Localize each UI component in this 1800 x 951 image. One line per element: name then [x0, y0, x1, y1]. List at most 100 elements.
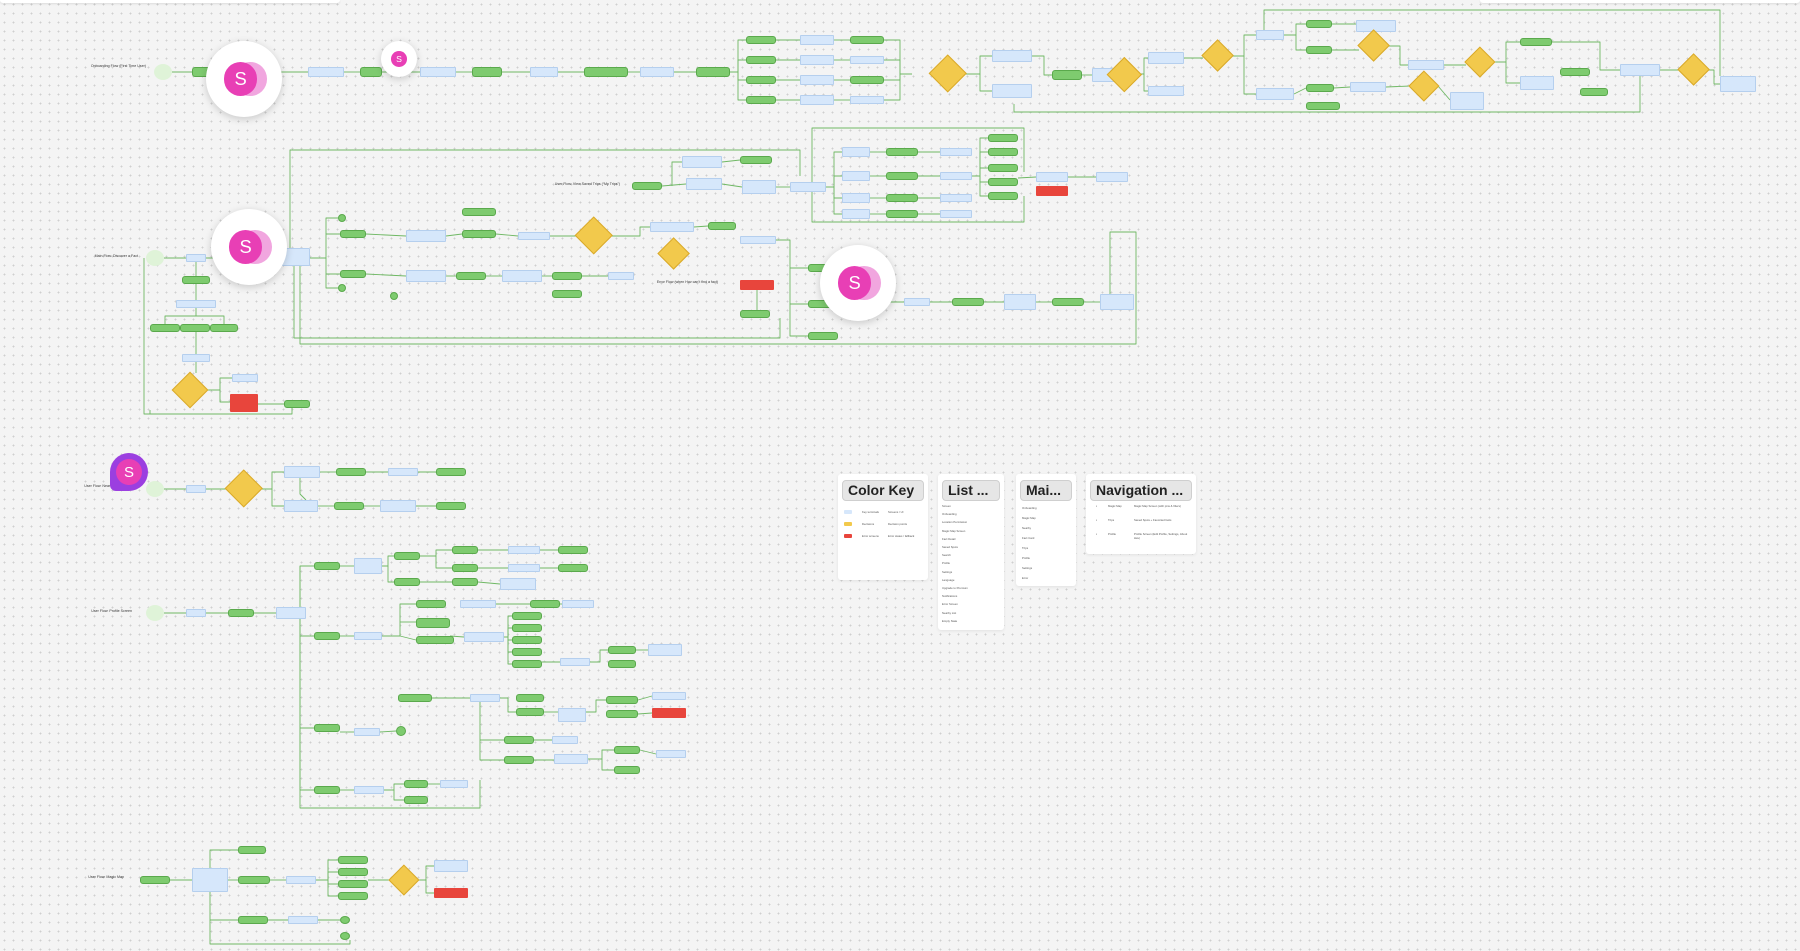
onboarding-step[interactable]: [420, 67, 456, 77]
profile-step[interactable]: [500, 578, 536, 590]
main-decision[interactable]: [574, 216, 614, 256]
main-step[interactable]: [340, 230, 366, 238]
onboarding-step[interactable]: [1306, 46, 1332, 54]
legend-list[interactable]: List ... Screen Onboarding Location Permiss…: [938, 474, 1004, 630]
main-node-dot[interactable]: [338, 284, 346, 292]
map-step[interactable]: [288, 916, 318, 924]
profile-step[interactable]: [562, 600, 594, 608]
profile-step[interactable]: [404, 796, 428, 804]
map-decision[interactable]: [388, 864, 420, 896]
map-error[interactable]: [434, 888, 468, 898]
map-step[interactable]: [192, 868, 228, 892]
nearby-step[interactable]: [388, 468, 418, 476]
nearby-step[interactable]: [284, 500, 318, 512]
onboarding-branch-result[interactable]: [850, 56, 884, 64]
profile-step[interactable]: [504, 736, 534, 744]
main-step[interactable]: [808, 332, 838, 340]
profile-step[interactable]: [552, 736, 578, 744]
trips-branch[interactable]: [940, 172, 972, 180]
main-step[interactable]: [1100, 294, 1134, 310]
main-step[interactable]: [462, 208, 496, 216]
onboarding-branch-result[interactable]: [850, 76, 884, 84]
onboarding-step[interactable]: [530, 67, 558, 77]
collaborator-avatar[interactable]: S: [206, 41, 282, 117]
profile-step[interactable]: [530, 600, 560, 608]
onboarding-step[interactable]: [1306, 20, 1332, 28]
map-node-dot[interactable]: [340, 916, 350, 924]
main-step[interactable]: [186, 254, 206, 262]
trips-error[interactable]: [1036, 186, 1068, 196]
collaborator-avatar[interactable]: S: [820, 245, 896, 321]
onboarding-step[interactable]: [472, 67, 502, 77]
profile-step[interactable]: [558, 564, 588, 572]
main-step[interactable]: [406, 270, 446, 282]
onboarding-branch[interactable]: [746, 96, 776, 104]
profile-step[interactable]: [452, 578, 478, 586]
nearby-step[interactable]: [436, 468, 466, 476]
onboarding-branch-result[interactable]: [850, 36, 884, 44]
trips-step[interactable]: [682, 156, 722, 168]
profile-step[interactable]: [608, 646, 636, 654]
profile-step[interactable]: [560, 658, 590, 666]
onboarding-branch-detail[interactable]: [800, 75, 834, 85]
onboarding-step[interactable]: [1408, 60, 1444, 70]
main-start-node[interactable]: [146, 250, 164, 266]
profile-step[interactable]: [608, 660, 636, 668]
main-step[interactable]: [1004, 294, 1036, 310]
map-branch[interactable]: [338, 880, 368, 888]
onboarding-step[interactable]: [1560, 68, 1590, 76]
profile-branch[interactable]: [314, 786, 340, 794]
profile-step[interactable]: [452, 546, 478, 554]
profile-step[interactable]: [652, 692, 686, 700]
trips-branch[interactable]: [886, 172, 918, 180]
main-step[interactable]: [552, 290, 582, 298]
main-step[interactable]: [552, 272, 582, 280]
onboarding-start-node[interactable]: [154, 64, 172, 80]
profile-step[interactable]: [648, 644, 682, 656]
profile-step[interactable]: [504, 756, 534, 764]
profile-step[interactable]: [354, 558, 382, 574]
profile-step[interactable]: [470, 694, 500, 702]
trips-branch[interactable]: [842, 209, 870, 219]
collaborator-cursor-badge[interactable]: S: [110, 453, 148, 491]
collaborator-avatar[interactable]: S: [211, 209, 287, 285]
map-branch[interactable]: [338, 892, 368, 900]
profile-step[interactable]: [440, 780, 468, 788]
trips-branch[interactable]: [886, 194, 918, 202]
profile-step[interactable]: [394, 578, 420, 586]
onboarding-step[interactable]: [640, 67, 674, 77]
trips-branch[interactable]: [842, 193, 870, 203]
onboarding-branch-detail[interactable]: [800, 95, 834, 105]
onboarding-step[interactable]: [308, 67, 344, 77]
onboarding-step[interactable]: [1580, 88, 1608, 96]
main-step[interactable]: [462, 230, 496, 238]
main-error[interactable]: [230, 394, 258, 412]
main-step[interactable]: [904, 298, 930, 306]
nearby-step[interactable]: [186, 485, 206, 493]
profile-step[interactable]: [508, 564, 540, 572]
profile-step[interactable]: [416, 636, 454, 644]
profile-start-node[interactable]: [146, 605, 164, 621]
trips-step[interactable]: [632, 182, 662, 190]
main-decision[interactable]: [657, 237, 691, 271]
profile-step[interactable]: [508, 546, 540, 554]
onboarding-step[interactable]: [1148, 52, 1184, 64]
onboarding-decision[interactable]: [1357, 29, 1391, 63]
map-branch[interactable]: [338, 856, 368, 864]
onboarding-step[interactable]: [1450, 92, 1484, 110]
profile-substep[interactable]: [512, 636, 542, 644]
legend-navigation[interactable]: Navigation ... ▪ Magic Map Magic Map Screen…: [1086, 474, 1196, 554]
main-step[interactable]: [180, 324, 210, 332]
main-decision[interactable]: [171, 371, 209, 409]
profile-step[interactable]: [516, 694, 544, 702]
profile-step[interactable]: [416, 600, 446, 608]
profile-step[interactable]: [606, 710, 638, 718]
trips-result[interactable]: [988, 164, 1018, 172]
main-step[interactable]: [1052, 298, 1084, 306]
nearby-step[interactable]: [284, 466, 320, 478]
main-step[interactable]: [952, 298, 984, 306]
onboarding-branch[interactable]: [746, 76, 776, 84]
onboarding-step[interactable]: [584, 67, 628, 77]
profile-substep[interactable]: [512, 612, 542, 620]
main-step[interactable]: [456, 272, 486, 280]
